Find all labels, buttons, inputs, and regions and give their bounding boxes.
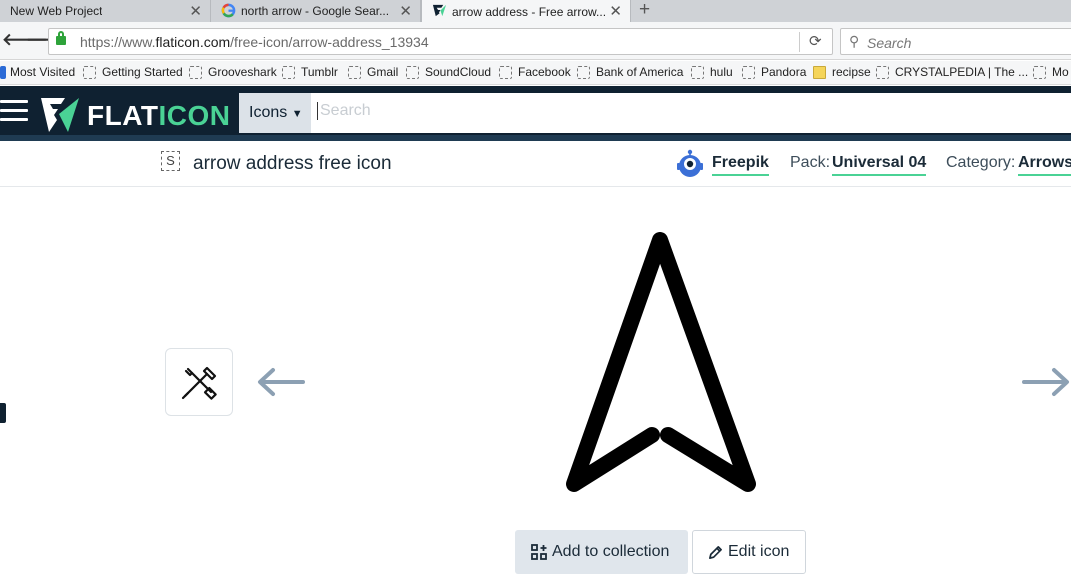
url-path: /free-icon/arrow-address_13934 <box>230 34 429 50</box>
freepik-robot-icon <box>677 149 703 177</box>
author-link[interactable]: Freepik <box>712 154 769 176</box>
page-icon <box>406 65 419 79</box>
page-icon <box>83 65 96 79</box>
caret-down-icon: ▼ <box>291 108 303 120</box>
close-icon[interactable]: ✕ <box>189 2 202 20</box>
bookmark-label: Pandora <box>761 65 807 79</box>
bookmark-recipse[interactable]: recipse <box>813 65 871 79</box>
pencil-icon <box>709 545 722 559</box>
logo-text-prefix: FLAT <box>87 100 159 131</box>
bookmarks-toolbar: Most Visited Getting Started Grooveshark… <box>0 61 1071 85</box>
tab-title: north arrow - Google Sear... <box>241 4 390 18</box>
menu-icon[interactable] <box>0 100 28 122</box>
tab-title: arrow address - Free arrow... <box>452 4 607 19</box>
url-host: flaticon.com <box>155 34 231 50</box>
bookmark-label: Grooveshark <box>208 65 277 79</box>
bookmark-label: Bank of America <box>596 65 684 79</box>
bookmark-tumblr[interactable]: Tumblr <box>282 65 338 79</box>
tools-icon <box>181 366 217 400</box>
search-category-label: Icons <box>249 104 288 121</box>
bookmark-grooveshark[interactable]: Grooveshark <box>189 65 277 79</box>
logo-text-suffix: ICON <box>158 100 231 131</box>
browser-search-box[interactable]: ⚲ Search <box>840 28 1071 55</box>
url-prefix: https://www. <box>80 34 156 50</box>
tools-button[interactable] <box>165 348 233 416</box>
bookmark-label: Most Visited <box>10 65 76 79</box>
navigation-bar: 🡐 🡒 https://www.flaticon.com/free-icon/a… <box>0 22 1071 60</box>
new-tab-button[interactable]: + <box>639 0 650 21</box>
bookmark-label: SoundCloud <box>425 65 492 79</box>
browser-search-placeholder: Search <box>867 35 912 51</box>
icon-detail-bar: S arrow address free icon Freepik Pack: … <box>0 141 1071 187</box>
logo-text[interactable]: FLATICON <box>87 100 230 132</box>
edit-icon-button[interactable]: Edit icon <box>692 530 806 574</box>
bookmark-soundcloud[interactable]: SoundCloud <box>406 65 491 79</box>
tab-google-search[interactable]: north arrow - Google Sear... ✕ <box>211 0 421 22</box>
tab-flaticon-active[interactable]: arrow address - Free arrow... ✕ <box>421 0 631 23</box>
page-icon <box>282 65 295 79</box>
category-label: Category: <box>946 154 1016 171</box>
flaticon-icon <box>432 4 447 17</box>
folder-icon <box>813 65 826 79</box>
style-badge: S <box>161 151 180 171</box>
search-icon: ⚲ <box>849 33 860 49</box>
url-text[interactable]: https://www.flaticon.com/free-icon/arrow… <box>80 34 429 50</box>
site-header: FLATICON Icons ▼ <box>0 86 1071 141</box>
bookmark-more[interactable]: Mo <box>1033 65 1069 79</box>
google-icon <box>221 3 236 18</box>
bookmark-bank-of-america[interactable]: Bank of America <box>577 65 683 79</box>
bookmark-label: Getting Started <box>102 65 183 79</box>
bookmark-getting-started[interactable]: Getting Started <box>83 65 183 79</box>
site-search: Icons ▼ <box>239 93 1071 133</box>
bookmark-label: Mo <box>1052 65 1069 79</box>
search-input[interactable] <box>317 102 917 120</box>
bookmark-gmail[interactable]: Gmail <box>348 65 398 79</box>
close-icon[interactable]: ✕ <box>399 2 412 20</box>
bookmark-label: Facebook <box>518 65 571 79</box>
bookmark-facebook[interactable]: Facebook <box>499 65 571 79</box>
pack-link[interactable]: Universal 04 <box>832 154 927 176</box>
divider <box>799 32 800 52</box>
tab-strip: New Web Project ✕ north arrow - Google S… <box>0 0 1071 23</box>
add-collection-icon <box>531 544 547 560</box>
tab-title: New Web Project <box>10 4 103 18</box>
bookmark-label: hulu <box>710 65 733 79</box>
flaticon-logo-icon[interactable] <box>41 98 79 132</box>
page-title: arrow address free icon <box>193 153 392 174</box>
lock-icon <box>56 31 66 45</box>
close-icon[interactable]: ✕ <box>609 2 622 20</box>
page-icon <box>691 65 704 79</box>
bookmark-pandora[interactable]: Pandora <box>742 65 806 79</box>
edit-icon-label: Edit icon <box>728 543 790 560</box>
add-to-collection-label: Add to collection <box>552 543 670 560</box>
side-panel-tab[interactable] <box>0 403 6 423</box>
bookmark-star-icon <box>0 65 6 79</box>
add-to-collection-button[interactable]: Add to collection <box>515 530 688 574</box>
page-icon <box>348 65 361 79</box>
bookmark-most-visited[interactable]: Most Visited <box>0 65 75 79</box>
arrow-address-icon <box>566 232 756 492</box>
page-icon <box>189 65 202 79</box>
previous-arrow-icon[interactable] <box>253 362 309 402</box>
category-link[interactable]: Arrows <box>1018 154 1071 176</box>
tab-new-web-project[interactable]: New Web Project ✕ <box>0 0 211 22</box>
pack-label: Pack: <box>790 154 831 171</box>
bookmark-label: Tumblr <box>301 65 338 79</box>
search-category-dropdown[interactable]: Icons ▼ <box>239 93 311 133</box>
bookmark-hulu[interactable]: hulu <box>691 65 733 79</box>
bookmark-label: recipse <box>832 65 871 79</box>
page-icon <box>499 65 512 79</box>
bookmark-label: Gmail <box>367 65 399 79</box>
page-icon <box>876 65 889 79</box>
bookmark-crystalpedia[interactable]: CRYSTALPEDIA | The ... <box>876 65 1028 79</box>
page-icon <box>1033 65 1046 79</box>
address-bar[interactable]: https://www.flaticon.com/free-icon/arrow… <box>48 28 833 55</box>
reload-icon[interactable]: ⟳ <box>809 32 822 50</box>
page-icon <box>577 65 590 79</box>
bookmark-label: CRYSTALPEDIA | The ... <box>895 65 1029 79</box>
next-arrow-icon[interactable] <box>1018 362 1071 402</box>
page-icon <box>742 65 755 79</box>
